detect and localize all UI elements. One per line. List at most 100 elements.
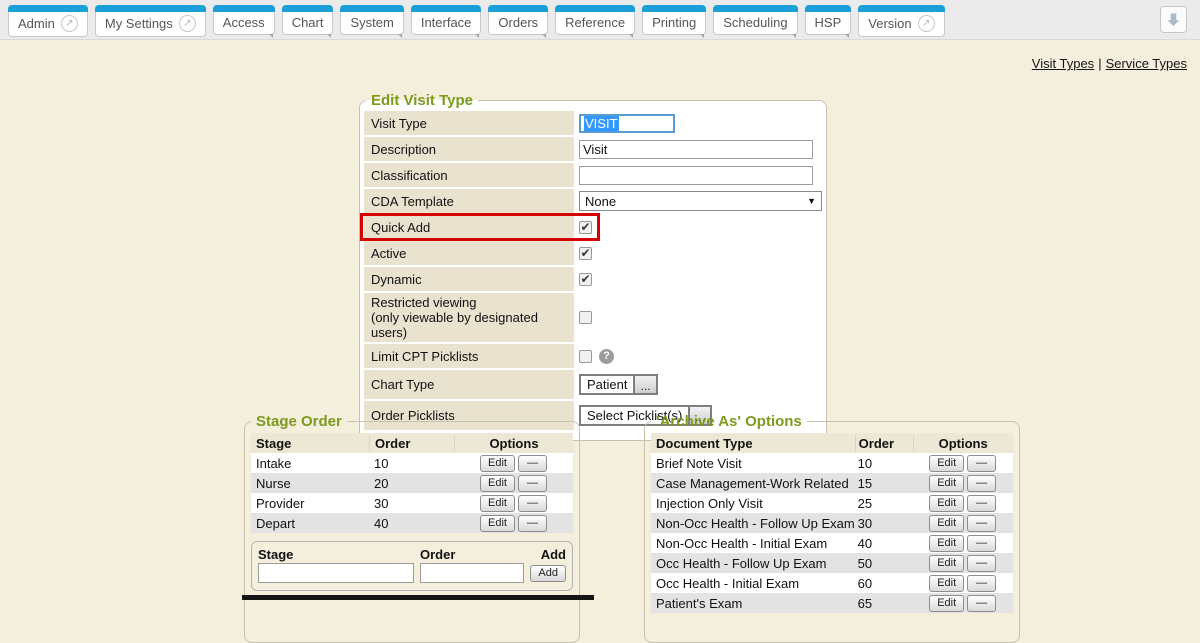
active-checkbox[interactable]: ✔: [579, 247, 592, 260]
external-link-icon: ↗: [918, 15, 935, 32]
archive-as-panel: 'Archive As' Options Document TypeOrderO…: [644, 413, 1020, 643]
archive-row-patient-s-exam: Patient's Exam65Edit—: [651, 593, 1013, 613]
tab-accent-bar: [282, 5, 334, 12]
breadcrumb-links: Visit Types|Service Types: [1032, 56, 1187, 71]
remove-button[interactable]: —: [967, 455, 996, 472]
cda-template-select[interactable]: None▼: [579, 191, 822, 211]
edit-button[interactable]: Edit: [480, 455, 515, 472]
clipped-section-bar: [242, 595, 594, 600]
archive-cell-options: Edit—: [913, 555, 1013, 572]
tab-reference[interactable]: Reference: [555, 5, 635, 35]
classification-input[interactable]: [579, 166, 813, 185]
archive-cell-document-type: Occ Health - Initial Exam: [651, 576, 855, 591]
stage-cell-order: 40: [369, 516, 454, 531]
tab-printing[interactable]: Printing: [642, 5, 706, 35]
tab-system[interactable]: System: [340, 5, 403, 35]
stage-cell-order: 20: [369, 476, 454, 491]
tab-accent-bar: [213, 5, 275, 12]
dropdown-corner-icon: [269, 34, 273, 38]
remove-button[interactable]: —: [967, 475, 996, 492]
selected-text: VISIT: [584, 116, 619, 131]
remove-button[interactable]: —: [967, 555, 996, 572]
archive-cell-document-type: Injection Only Visit: [651, 496, 855, 511]
form-value-description: Visit: [574, 137, 822, 161]
form-row-active: Active ✔: [364, 241, 822, 265]
stage-row-depart: Depart40Edit—: [251, 513, 573, 533]
form-label-chart-type: Chart Type: [364, 370, 574, 399]
visit-types-link[interactable]: Visit Types: [1032, 56, 1094, 71]
dynamic-checkbox[interactable]: ✔: [579, 273, 592, 286]
edit-button[interactable]: Edit: [929, 495, 964, 512]
pull-down-button[interactable]: [1160, 6, 1187, 33]
edit-button[interactable]: Edit: [929, 455, 964, 472]
tab-my-settings[interactable]: My Settings↗: [95, 5, 206, 37]
form-label-text: Active: [371, 246, 572, 261]
remove-button[interactable]: —: [967, 595, 996, 612]
tab-interface[interactable]: Interface: [411, 5, 482, 35]
remove-button[interactable]: —: [518, 515, 547, 532]
remove-button[interactable]: —: [967, 575, 996, 592]
form-row-cda-template: CDA TemplateNone▼: [364, 189, 822, 213]
stage-add-button[interactable]: Add: [530, 565, 566, 582]
form-value-active: ✔: [574, 241, 822, 265]
limit-cpt-picklists-checkbox[interactable]: [579, 350, 592, 363]
form-label-active: Active: [364, 241, 574, 265]
remove-button[interactable]: —: [518, 455, 547, 472]
edit-button[interactable]: Edit: [929, 595, 964, 612]
archive-cell-order: 10: [855, 456, 913, 471]
form-label-description: Description: [364, 137, 574, 161]
archive-cell-options: Edit—: [913, 515, 1013, 532]
description-input[interactable]: Visit: [579, 140, 813, 159]
archive-row-brief-note-visit: Brief Note Visit10Edit—: [651, 453, 1013, 473]
tab-chart[interactable]: Chart: [282, 5, 334, 35]
remove-button[interactable]: —: [518, 495, 547, 512]
form-label-visit-type: Visit Type: [364, 111, 574, 135]
edit-button[interactable]: Edit: [929, 515, 964, 532]
picker-ellipsis-button[interactable]: ...: [633, 376, 655, 393]
form-value-classification: [574, 163, 822, 187]
tab-scheduling[interactable]: Scheduling: [713, 5, 797, 35]
edit-button[interactable]: Edit: [929, 575, 964, 592]
tab-label-scheduling: Scheduling: [723, 15, 787, 30]
external-link-icon: ↗: [61, 15, 78, 32]
visit-type-input[interactable]: VISIT: [579, 114, 675, 133]
form-label-text-line2: (only viewable by designated users): [371, 310, 572, 340]
restricted-viewing-checkbox[interactable]: [579, 311, 592, 324]
archive-row-occ-health-initial-exam: Occ Health - Initial Exam60Edit—: [651, 573, 1013, 593]
stage-add-row: Add: [258, 563, 566, 583]
form-row-limit-cpt-picklists: Limit CPT Picklists?: [364, 344, 822, 368]
archive-cell-options: Edit—: [913, 475, 1013, 492]
stage-name-input[interactable]: [258, 563, 414, 583]
service-types-link[interactable]: Service Types: [1106, 56, 1187, 71]
quick-add-checkbox[interactable]: ✔: [579, 221, 592, 234]
remove-button[interactable]: —: [967, 535, 996, 552]
stage-cell-name: Intake: [251, 456, 369, 471]
edit-button[interactable]: Edit: [929, 555, 964, 572]
stage-order-input[interactable]: [420, 563, 524, 583]
tab-version[interactable]: Version↗: [858, 5, 944, 37]
help-icon[interactable]: ?: [599, 349, 614, 364]
chevron-down-icon: ▼: [807, 196, 816, 206]
form-value-visit-type: VISIT: [574, 111, 822, 135]
edit-button[interactable]: Edit: [929, 475, 964, 492]
archive-cell-order: 65: [855, 596, 913, 611]
edit-button[interactable]: Edit: [480, 475, 515, 492]
stage-row-intake: Intake10Edit—: [251, 453, 573, 473]
chart-type-picker[interactable]: Patient...: [579, 374, 658, 395]
tab-admin[interactable]: Admin↗: [8, 5, 88, 37]
tab-hsp[interactable]: HSP: [805, 5, 852, 35]
remove-button[interactable]: —: [518, 475, 547, 492]
edit-button[interactable]: Edit: [480, 495, 515, 512]
tab-orders[interactable]: Orders: [488, 5, 548, 35]
edit-visit-type-form: Visit Type VISIT Description Visit Classific…: [364, 111, 822, 430]
remove-button[interactable]: —: [967, 515, 996, 532]
form-label-text: Restricted viewing: [371, 295, 572, 310]
edit-button[interactable]: Edit: [929, 535, 964, 552]
form-label-text: Classification: [371, 168, 572, 183]
tab-access[interactable]: Access: [213, 5, 275, 35]
remove-button[interactable]: —: [967, 495, 996, 512]
stage-cell-name: Nurse: [251, 476, 369, 491]
edit-button[interactable]: Edit: [480, 515, 515, 532]
stage-cell-order: 30: [369, 496, 454, 511]
stage-order-panel: Stage Order StageOrderOptionsIntake10Edi…: [244, 413, 580, 643]
